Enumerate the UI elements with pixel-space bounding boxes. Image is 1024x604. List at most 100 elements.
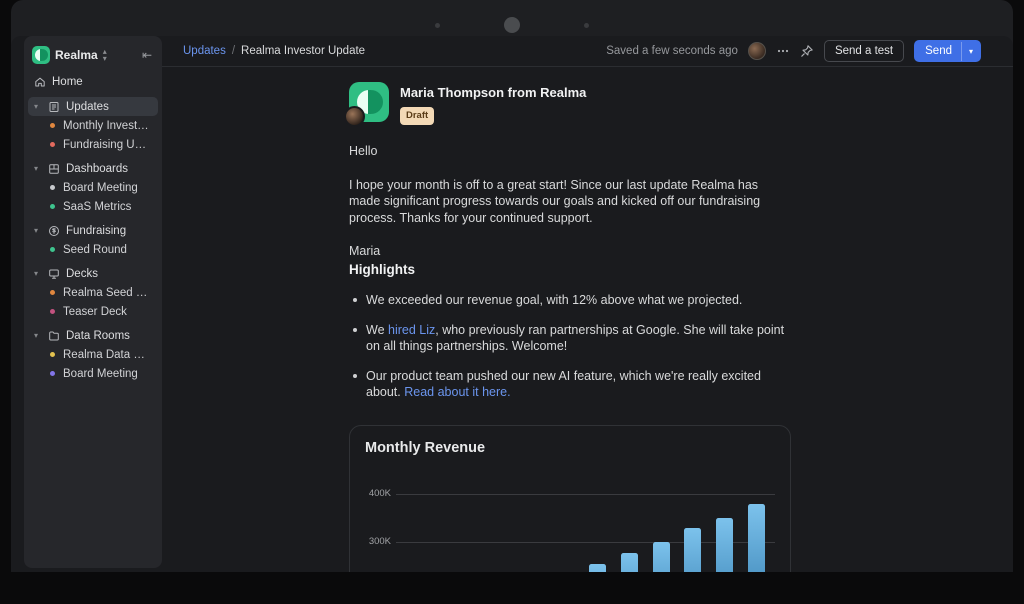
- saved-status: Saved a few seconds ago: [606, 45, 738, 57]
- chevron-down-icon[interactable]: ▾: [34, 164, 42, 173]
- sidebar-item-label: Fundraising: [66, 225, 126, 237]
- sender-avatar: [344, 106, 365, 127]
- pin-icon[interactable]: [800, 44, 814, 58]
- sidebar-item-updates[interactable]: ▾ Updates: [28, 97, 158, 116]
- chevron-down-icon[interactable]: ▾: [34, 102, 42, 111]
- topbar: Updates / Realma Investor Update Saved a…: [162, 36, 1013, 67]
- highlight-item: Our product team pushed our new AI featu…: [349, 368, 791, 401]
- carousel-dot[interactable]: [584, 23, 589, 28]
- sidebar-item-realma-seed-round[interactable]: Realma Seed Round: [28, 283, 158, 302]
- greeting-text: Hello: [349, 143, 791, 160]
- sidebar-item-fundraising[interactable]: ▾ Fundraising: [28, 221, 158, 240]
- chart-title: Monthly Revenue: [365, 440, 775, 460]
- sidebar-item-home[interactable]: Home: [28, 72, 158, 91]
- color-dot-icon: [50, 123, 55, 128]
- sidebar-item-label: Realma Seed Round: [63, 287, 152, 299]
- sidebar-item-fundraising-update[interactable]: Fundraising Update: [28, 135, 158, 154]
- dashboard-icon: [48, 163, 60, 175]
- sidebar-item-label: Decks: [66, 268, 98, 280]
- chevron-down-icon[interactable]: ▾: [34, 331, 42, 340]
- highlight-text: We: [366, 323, 388, 337]
- presentation-icon: [48, 268, 60, 280]
- breadcrumb-updates-link[interactable]: Updates: [183, 45, 226, 57]
- sender-name: Maria Thompson from Realma: [400, 85, 586, 102]
- sidebar-item-dashboards[interactable]: ▾ Dashboards: [28, 159, 158, 178]
- sidebar-item-monthly-investor-update[interactable]: Monthly Investor Update: [28, 116, 158, 135]
- carousel-dots: [0, 14, 1024, 36]
- send-button[interactable]: Send ▾: [914, 40, 981, 62]
- monthly-revenue-card: Monthly Revenue 200K300K400K: [349, 425, 791, 573]
- sidebar-item-label: Seed Round: [63, 244, 127, 256]
- highlights-list: We exceeded our revenue goal, with 12% a…: [349, 292, 791, 401]
- sender-logo: [349, 82, 389, 122]
- send-button-label[interactable]: Send: [914, 40, 961, 62]
- sidebar-item-label: Monthly Investor Update: [63, 120, 152, 132]
- sidebar-item-seed-round[interactable]: Seed Round: [28, 240, 158, 259]
- carousel-dot-active[interactable]: [504, 17, 520, 33]
- sidebar-item-board-meeting[interactable]: Board Meeting: [28, 178, 158, 197]
- inline-link[interactable]: Read about it here.: [404, 385, 510, 399]
- chevron-down-icon[interactable]: ▾: [34, 226, 42, 235]
- sidebar-item-label: Fundraising Update: [63, 139, 152, 151]
- sidebar-item-label: Board Meeting: [63, 368, 138, 380]
- highlight-item: We exceeded our revenue goal, with 12% a…: [349, 292, 791, 309]
- collapse-sidebar-icon[interactable]: ⇤: [142, 48, 154, 62]
- home-icon: [34, 76, 46, 88]
- sidebar: Realma ▴▾ ⇤ Home ▾ Updates Monthly Investor…: [24, 36, 162, 568]
- revenue-bar-chart: 200K300K400K: [365, 474, 775, 573]
- color-dot-icon: [50, 309, 55, 314]
- sidebar-item-label: Data Rooms: [66, 330, 130, 342]
- chevron-down-icon[interactable]: ▾: [34, 269, 42, 278]
- send-test-button[interactable]: Send a test: [824, 40, 904, 62]
- breadcrumb: Updates / Realma Investor Update: [183, 45, 365, 57]
- folder-icon: [48, 330, 60, 342]
- color-dot-icon: [50, 142, 55, 147]
- sidebar-item-realma-data-room[interactable]: Realma Data Room: [28, 345, 158, 364]
- highlights-heading: Highlights: [349, 262, 791, 279]
- color-dot-icon: [50, 204, 55, 209]
- breadcrumb-separator: /: [232, 45, 235, 57]
- sidebar-item-label: Board Meeting: [63, 182, 138, 194]
- sidebar-item-decks[interactable]: ▾ Decks: [28, 264, 158, 283]
- intro-paragraph: I hope your month is off to a great star…: [349, 177, 791, 227]
- chevron-updown-icon[interactable]: ▴▾: [103, 48, 107, 62]
- content-area: Maria Thompson from Realma Draft Hello I…: [162, 67, 1013, 572]
- breadcrumb-current: Realma Investor Update: [241, 45, 365, 57]
- revenue-bar: [716, 518, 733, 572]
- sidebar-item-label: Teaser Deck: [63, 306, 127, 318]
- sidebar-item-board-meeting[interactable]: Board Meeting: [28, 364, 158, 383]
- ellipsis-icon[interactable]: [776, 44, 790, 58]
- color-dot-icon: [50, 185, 55, 190]
- sidebar-item-teaser-deck[interactable]: Teaser Deck: [28, 302, 158, 321]
- color-dot-icon: [50, 247, 55, 252]
- revenue-bar: [589, 564, 606, 572]
- topbar-actions: Saved a few seconds ago Send a test Send…: [606, 40, 981, 62]
- y-axis-tick-label: 300K: [365, 533, 391, 550]
- sidebar-item-saas-metrics[interactable]: SaaS Metrics: [28, 197, 158, 216]
- app-window: Realma ▴▾ ⇤ Home ▾ Updates Monthly Investor…: [11, 36, 1013, 572]
- revenue-bar: [621, 553, 638, 572]
- revenue-bar: [684, 528, 701, 572]
- sidebar-item-label: Realma Data Room: [63, 349, 152, 361]
- inline-link[interactable]: hired Liz: [388, 323, 435, 337]
- message-header: Maria Thompson from Realma Draft: [349, 82, 791, 125]
- sidebar-item-label: Home: [52, 76, 83, 88]
- sidebar-item-label: SaaS Metrics: [63, 201, 131, 213]
- revenue-bar: [748, 504, 765, 572]
- dollar-circle-icon: [48, 225, 60, 237]
- sidebar-item-data-rooms[interactable]: ▾ Data Rooms: [28, 326, 158, 345]
- sidebar-item-label: Updates: [66, 101, 109, 113]
- send-dropdown-icon[interactable]: ▾: [961, 42, 981, 61]
- sidebar-item-label: Dashboards: [66, 163, 128, 175]
- sidebar-nav: Home ▾ Updates Monthly Investor Update Fundr…: [28, 72, 158, 383]
- revenue-bar: [653, 542, 670, 573]
- carousel-dot[interactable]: [435, 23, 440, 28]
- highlight-item: We hired Liz, who previously ran partner…: [349, 322, 791, 355]
- color-dot-icon: [50, 290, 55, 295]
- page: Realma ▴▾ ⇤ Home ▾ Updates Monthly Investor…: [0, 0, 1024, 604]
- workspace-header[interactable]: Realma ▴▾ ⇤: [28, 43, 158, 72]
- bars-area: [396, 474, 775, 573]
- user-avatar[interactable]: [748, 42, 766, 60]
- main-area: Updates / Realma Investor Update Saved a…: [162, 36, 1013, 572]
- workspace-logo-icon: [32, 46, 50, 64]
